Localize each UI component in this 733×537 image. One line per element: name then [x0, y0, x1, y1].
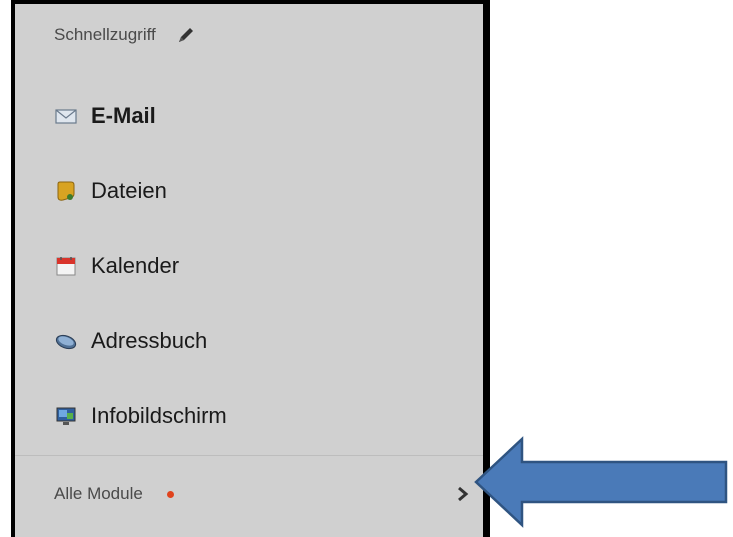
menu-item-addressbook[interactable]: Adressbuch [55, 325, 207, 357]
calendar-icon [55, 255, 77, 277]
quick-access-title: Schnellzugriff [54, 25, 156, 44]
menu-item-label: Infobildschirm [91, 403, 227, 428]
chevron-right-icon[interactable] [454, 484, 472, 504]
divider [15, 455, 483, 456]
addressbook-icon [55, 330, 77, 352]
menu-item-label: Adressbuch [91, 328, 208, 353]
notification-dot [166, 490, 174, 498]
sidebar-panel: Schnellzugriff E-Mail Dateien Kalender A… [11, 0, 490, 537]
menu-item-calendar[interactable]: Kalender [55, 250, 179, 282]
monitor-icon [55, 405, 77, 427]
quick-access-header: Schnellzugriff [54, 25, 196, 45]
menu-item-email[interactable]: E-Mail [55, 100, 156, 132]
arrow-left-icon [474, 436, 728, 528]
pencil-icon[interactable] [176, 25, 196, 45]
menu-item-infoscreen[interactable]: Infobildschirm [55, 400, 227, 432]
menu-item-label: Kalender [91, 253, 180, 278]
menu-item-label: E-Mail [91, 103, 156, 128]
menu-item-label: Dateien [91, 178, 167, 203]
envelope-icon [55, 105, 77, 127]
all-modules-button[interactable]: Alle Module [54, 480, 472, 508]
menu-item-files[interactable]: Dateien [55, 175, 167, 207]
folder-icon [55, 180, 77, 202]
all-modules-label: Alle Module [54, 484, 143, 503]
